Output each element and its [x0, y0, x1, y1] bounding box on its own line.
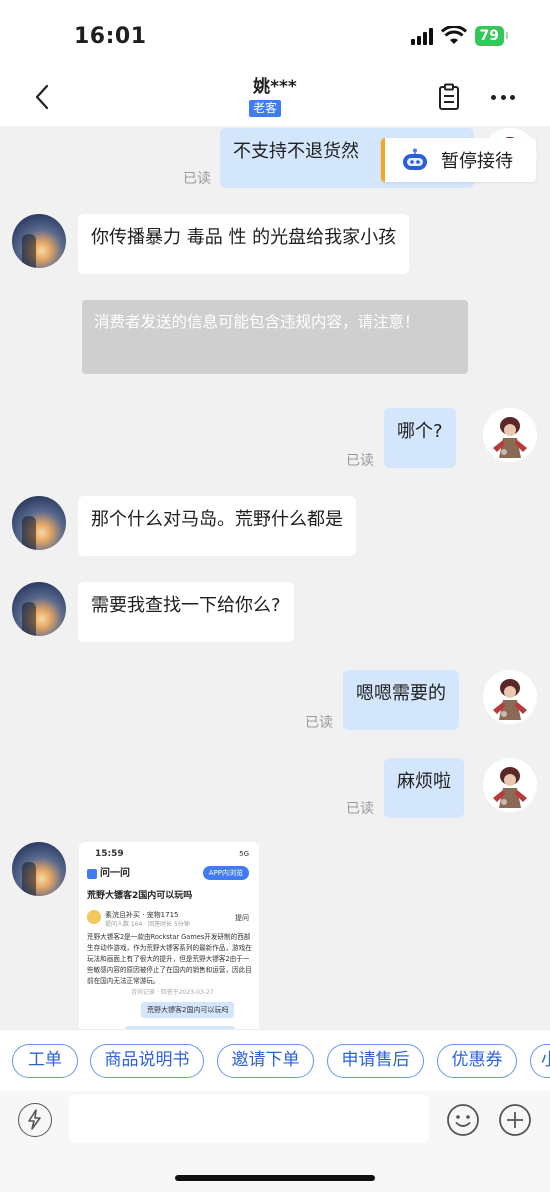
clipboard-button[interactable] [434, 82, 464, 112]
message-bubble-incoming[interactable]: 需要我查找一下给你么? [78, 582, 294, 642]
message-text: 那个什么对马岛。荒野什么都是 [91, 509, 343, 530]
chat-message-list[interactable]: 不支持不退货然 已读 暂停接待 你传播暴力 毒品 性 的光盘给我家小孩 消费者发… [0, 126, 550, 1029]
image-message[interactable]: 15:59 5G 问一问 APP内浏览 荒野大镖客2国内可以玩吗 素浣且补买 ·… [79, 842, 259, 1029]
message-bubble-incoming[interactable]: 那个什么对马岛。荒野什么都是 [78, 496, 356, 556]
screenshot-status: 5G [239, 850, 249, 858]
more-dot-icon [500, 94, 506, 100]
battery-icon: 79 [474, 26, 509, 46]
add-attachment-button[interactable] [498, 1103, 532, 1137]
emoji-icon [447, 1104, 479, 1136]
more-dot-icon [491, 94, 496, 100]
quick-reply-after-sales[interactable]: 申请售后 [327, 1044, 424, 1078]
screenshot-time: 15:59 [95, 849, 124, 859]
screenshot-ask: 提问 [235, 914, 249, 922]
quick-reply-invite-order[interactable]: 邀请下单 [217, 1044, 314, 1078]
more-button[interactable] [488, 82, 518, 112]
status-bar: 16:01 79 [0, 0, 550, 68]
home-indicator [175, 1175, 375, 1181]
chat-header: 姚*** 老客 [0, 68, 550, 126]
robot-icon [403, 148, 427, 170]
screenshot-message: 荒野大镖客2国内可以玩吗 [141, 1002, 235, 1018]
wifi-icon [440, 26, 467, 46]
screenshot-app-name: 问一问 [100, 868, 130, 879]
customer-avatar [12, 582, 66, 636]
plus-icon [499, 1104, 531, 1136]
pause-reception-button[interactable]: 暂停接待 [381, 138, 536, 182]
message-bubble-incoming[interactable]: 你传播暴力 毒品 性 的光盘给我家小孩 [78, 214, 410, 274]
status-icons: 79 [410, 26, 509, 46]
message-text: 不支持不退货然 [233, 141, 359, 162]
screenshot-date: 咨询记录 · 回答于2023-03-27 [131, 989, 214, 996]
quick-reply-coupon[interactable]: 优惠券 [437, 1044, 517, 1078]
read-status: 已读 [346, 453, 374, 469]
app-logo-icon [87, 869, 97, 879]
contact-name: 姚*** [253, 77, 297, 97]
message-text: 麻烦啦 [397, 771, 451, 792]
read-status: 已读 [305, 715, 333, 731]
lightning-icon [28, 1109, 41, 1130]
message-text: 需要我查找一下给你么? [91, 595, 281, 616]
read-status: 已读 [183, 171, 211, 187]
quick-reply-bar: 工单 商品说明书 邀请下单 申请售后 优惠券 小 [0, 1029, 550, 1091]
message-text: 嗯嗯需要的 [356, 683, 446, 704]
screenshot-answer: 荒野大镖客2是一款由Rockstar Games开发研制的西部生存动作游戏，作为… [87, 933, 252, 985]
more-dot-icon [510, 94, 515, 100]
input-bar [0, 1091, 550, 1192]
quick-phrase-button[interactable] [18, 1103, 52, 1137]
screenshot-user-avatar [87, 910, 101, 924]
quick-reply-more[interactable]: 小 [530, 1044, 550, 1078]
screenshot-question: 荒野大镖客2国内可以玩吗 [87, 891, 193, 901]
message-bubble-outgoing[interactable]: 嗯嗯需要的 [343, 670, 459, 730]
quick-reply-ticket[interactable]: 工单 [12, 1044, 78, 1078]
agent-avatar [483, 758, 537, 812]
customer-avatar [12, 214, 66, 268]
battery-level: 79 [479, 28, 499, 44]
violation-warning-notice: 消费者发送的信息可能包含违规内容，请注意！ [82, 300, 468, 374]
message-bubble-outgoing[interactable]: 麻烦啦 [384, 758, 464, 818]
screenshot-app-title: 问一问 [87, 868, 130, 880]
agent-avatar [483, 408, 537, 462]
status-time: 16:01 [74, 24, 147, 49]
quick-reply-product-manual[interactable]: 商品说明书 [90, 1044, 204, 1078]
customer-badge: 老客 [249, 100, 282, 117]
agent-avatar [483, 670, 537, 724]
screenshot-user-stats: 提问人数 164 · 回答时长 5分钟 [105, 921, 190, 928]
customer-avatar [12, 496, 66, 550]
customer-avatar [12, 842, 66, 896]
signal-icon [410, 27, 433, 45]
pause-reception-label: 暂停接待 [441, 151, 513, 172]
read-status: 已读 [346, 801, 374, 817]
emoji-button[interactable] [446, 1103, 480, 1137]
message-text: 哪个? [397, 421, 443, 442]
message-bubble-outgoing[interactable]: 哪个? [384, 408, 456, 468]
screenshot-app-button: APP内浏览 [202, 866, 249, 880]
clipboard-icon [439, 83, 459, 110]
message-input[interactable] [69, 1095, 429, 1143]
message-text: 你传播暴力 毒品 性 的光盘给我家小孩 [91, 227, 397, 248]
